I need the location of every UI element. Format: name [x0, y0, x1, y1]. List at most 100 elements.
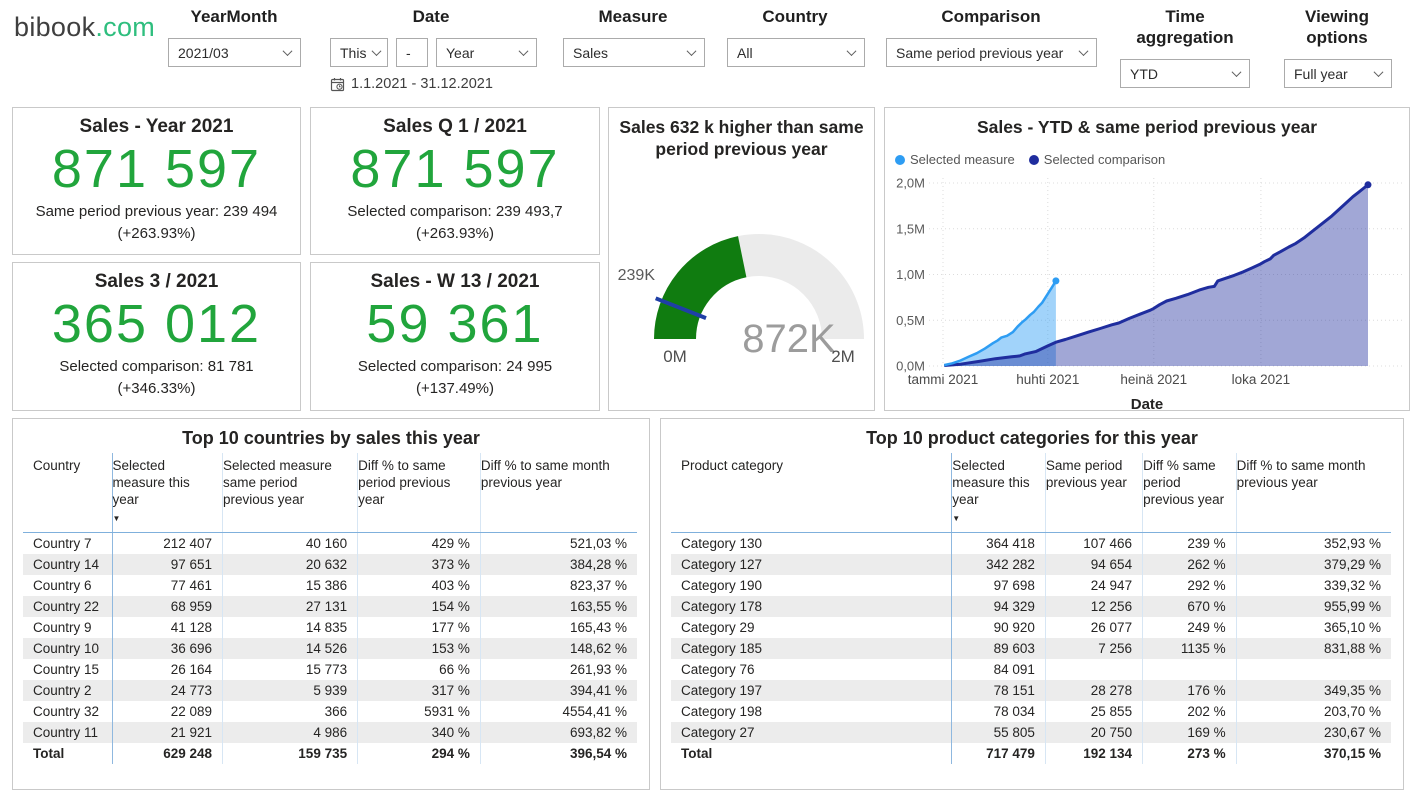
bibook-logo: bibook.com: [14, 12, 155, 43]
table-cell-value: 21 921: [112, 722, 223, 743]
time-aggregation-dropdown[interactable]: YTD: [1120, 59, 1250, 88]
table-cell-value: [1143, 659, 1237, 680]
column-header[interactable]: Same period previous year: [1045, 453, 1142, 533]
table-cell-value: 148,62 %: [480, 638, 637, 659]
date-dash-box[interactable]: -: [396, 38, 428, 67]
comparison-label: Comparison: [925, 6, 1057, 27]
date-dash: -: [406, 45, 411, 61]
table-row[interactable]: Country 2268 95927 131154 %163,55 %: [23, 596, 637, 617]
svg-text:2M: 2M: [831, 347, 855, 366]
table-cell-value: 84 091: [952, 659, 1046, 680]
table-cell-value: 262 %: [1143, 554, 1237, 575]
comparison-dropdown[interactable]: Same period previous year: [886, 38, 1097, 67]
kpi-subtitle: Selected comparison: 239 493,7 (+263.93%…: [311, 201, 599, 245]
chevron-down-icon: [687, 46, 697, 56]
table-total-row[interactable]: Total629 248159 735294 %396,54 %: [23, 743, 637, 764]
svg-text:heinä 2021: heinä 2021: [1120, 372, 1187, 387]
table-row[interactable]: Country 1497 65120 632373 %384,28 %: [23, 554, 637, 575]
measure-value: Sales: [573, 45, 608, 61]
gauge-chart[interactable]: 872K0M2M239K: [609, 140, 874, 410]
line-chart-canvas[interactable]: 2,0M1,5M1,0M0,5M0,0Mtammi 2021huhti 2021…: [885, 170, 1409, 406]
table-cell-value: 396,54 %: [480, 743, 637, 764]
time-aggregation-label-line1: Time: [1120, 6, 1250, 27]
table-cell-value: 670 %: [1143, 596, 1237, 617]
table-row[interactable]: Country 3222 0893665931 %4554,41 %: [23, 701, 637, 722]
table-cell-label: Category 76: [671, 659, 952, 680]
table-row[interactable]: Category 127342 28294 654262 %379,29 %: [671, 554, 1391, 575]
svg-text:tammi 2021: tammi 2021: [908, 372, 979, 387]
table-row[interactable]: Category 17894 32912 256670 %955,99 %: [671, 596, 1391, 617]
column-header[interactable]: Diff % to same month previous year: [1236, 453, 1391, 533]
table-cell-label: Country 14: [23, 554, 112, 575]
table-row[interactable]: Country 1121 9214 986340 %693,82 %: [23, 722, 637, 743]
table-cell-value: 955,99 %: [1236, 596, 1391, 617]
table-cell-value: 97 698: [952, 575, 1046, 596]
table-row[interactable]: Category 130364 418107 466239 %352,93 %: [671, 533, 1391, 555]
yearmonth-dropdown[interactable]: 2021/03: [168, 38, 301, 67]
table-cell-value: 364 418: [952, 533, 1046, 555]
legend-item-selected-measure[interactable]: Selected measure: [895, 152, 1015, 167]
table-cell-value: 163,55 %: [480, 596, 637, 617]
column-header[interactable]: Selected measure same period previous ye…: [223, 453, 358, 533]
table-cell-label: Category 178: [671, 596, 952, 617]
table-cell-value: 177 %: [358, 617, 481, 638]
table-cell-value: 384,28 %: [480, 554, 637, 575]
table-row[interactable]: Country 224 7735 939317 %394,41 %: [23, 680, 637, 701]
table-cell-value: 22 089: [112, 701, 223, 722]
chevron-down-icon: [1232, 67, 1242, 77]
kpi-value: 871 597: [13, 140, 300, 198]
column-header[interactable]: Selected measure this year▼: [952, 453, 1046, 533]
table-row[interactable]: Category 2990 92026 077249 %365,10 %: [671, 617, 1391, 638]
table-cell-value: 27 131: [223, 596, 358, 617]
column-header[interactable]: Country: [23, 453, 112, 533]
table-row[interactable]: Country 7212 40740 160429 %521,03 %: [23, 533, 637, 555]
table-cell-value: 94 654: [1045, 554, 1142, 575]
table-cell-value: 394,41 %: [480, 680, 637, 701]
column-header[interactable]: Diff % same period previous year: [1143, 453, 1237, 533]
table-cell-value: 717 479: [952, 743, 1046, 764]
table-row[interactable]: Category 19778 15128 278176 %349,35 %: [671, 680, 1391, 701]
table-row[interactable]: Category 19878 03425 855202 %203,70 %: [671, 701, 1391, 722]
legend-item-selected-comparison[interactable]: Selected comparison: [1029, 152, 1165, 167]
table-row[interactable]: Category 2755 80520 750169 %230,67 %: [671, 722, 1391, 743]
country-dropdown[interactable]: All: [727, 38, 865, 67]
kpi-card-week[interactable]: Sales - W 13 / 2021 59 361 Selected comp…: [310, 262, 600, 411]
table-cell-value: 176 %: [1143, 680, 1237, 701]
column-header[interactable]: Selected measure this year▼: [112, 453, 223, 533]
table-row[interactable]: Country 1526 16415 77366 %261,93 %: [23, 659, 637, 680]
table-row[interactable]: Category 7684 091: [671, 659, 1391, 680]
table-row[interactable]: Country 677 46115 386403 %823,37 %: [23, 575, 637, 596]
table-cell-value: 14 835: [223, 617, 358, 638]
kpi-subtitle: Selected comparison: 81 781 (+346.33%): [13, 356, 300, 400]
table-row[interactable]: Category 18589 6037 2561135 %831,88 %: [671, 638, 1391, 659]
countries-table-panel: Top 10 countries by sales this year Coun…: [12, 418, 650, 790]
table-cell-value: 169 %: [1143, 722, 1237, 743]
column-header[interactable]: Diff % to same period previous year: [358, 453, 481, 533]
chevron-down-icon: [1079, 46, 1089, 56]
table-row[interactable]: Category 19097 69824 947292 %339,32 %: [671, 575, 1391, 596]
table-cell-value: 212 407: [112, 533, 223, 555]
svg-text:1,0M: 1,0M: [896, 267, 925, 282]
gauge-panel: Sales 632 k higher than same period prev…: [608, 107, 875, 411]
legend-dot-icon: [895, 155, 905, 165]
column-header[interactable]: Product category: [671, 453, 952, 533]
table-total-row[interactable]: Total717 479192 134273 %370,15 %: [671, 743, 1391, 764]
kpi-card-quarter[interactable]: Sales Q 1 / 2021 871 597 Selected compar…: [310, 107, 600, 255]
measure-dropdown[interactable]: Sales: [563, 38, 705, 67]
legend-label: Selected measure: [910, 152, 1015, 167]
date-relative-dropdown[interactable]: This: [330, 38, 388, 67]
date-unit-dropdown[interactable]: Year: [436, 38, 537, 67]
column-header[interactable]: Diff % to same month previous year: [480, 453, 637, 533]
table-row[interactable]: Country 941 12814 835177 %165,43 %: [23, 617, 637, 638]
table-cell-value: 317 %: [358, 680, 481, 701]
viewing-options-dropdown[interactable]: Full year: [1284, 59, 1392, 88]
chevron-down-icon: [519, 46, 529, 56]
table-cell-value: 403 %: [358, 575, 481, 596]
kpi-card-year[interactable]: Sales - Year 2021 871 597 Same period pr…: [12, 107, 301, 255]
table-cell-value: 14 526: [223, 638, 358, 659]
svg-text:1,5M: 1,5M: [896, 221, 925, 236]
table-header-row: Product categorySelected measure this ye…: [671, 453, 1391, 533]
kpi-card-month[interactable]: Sales 3 / 2021 365 012 Selected comparis…: [12, 262, 301, 411]
table-row[interactable]: Country 1036 69614 526153 %148,62 %: [23, 638, 637, 659]
table-cell-value: 349,35 %: [1236, 680, 1391, 701]
